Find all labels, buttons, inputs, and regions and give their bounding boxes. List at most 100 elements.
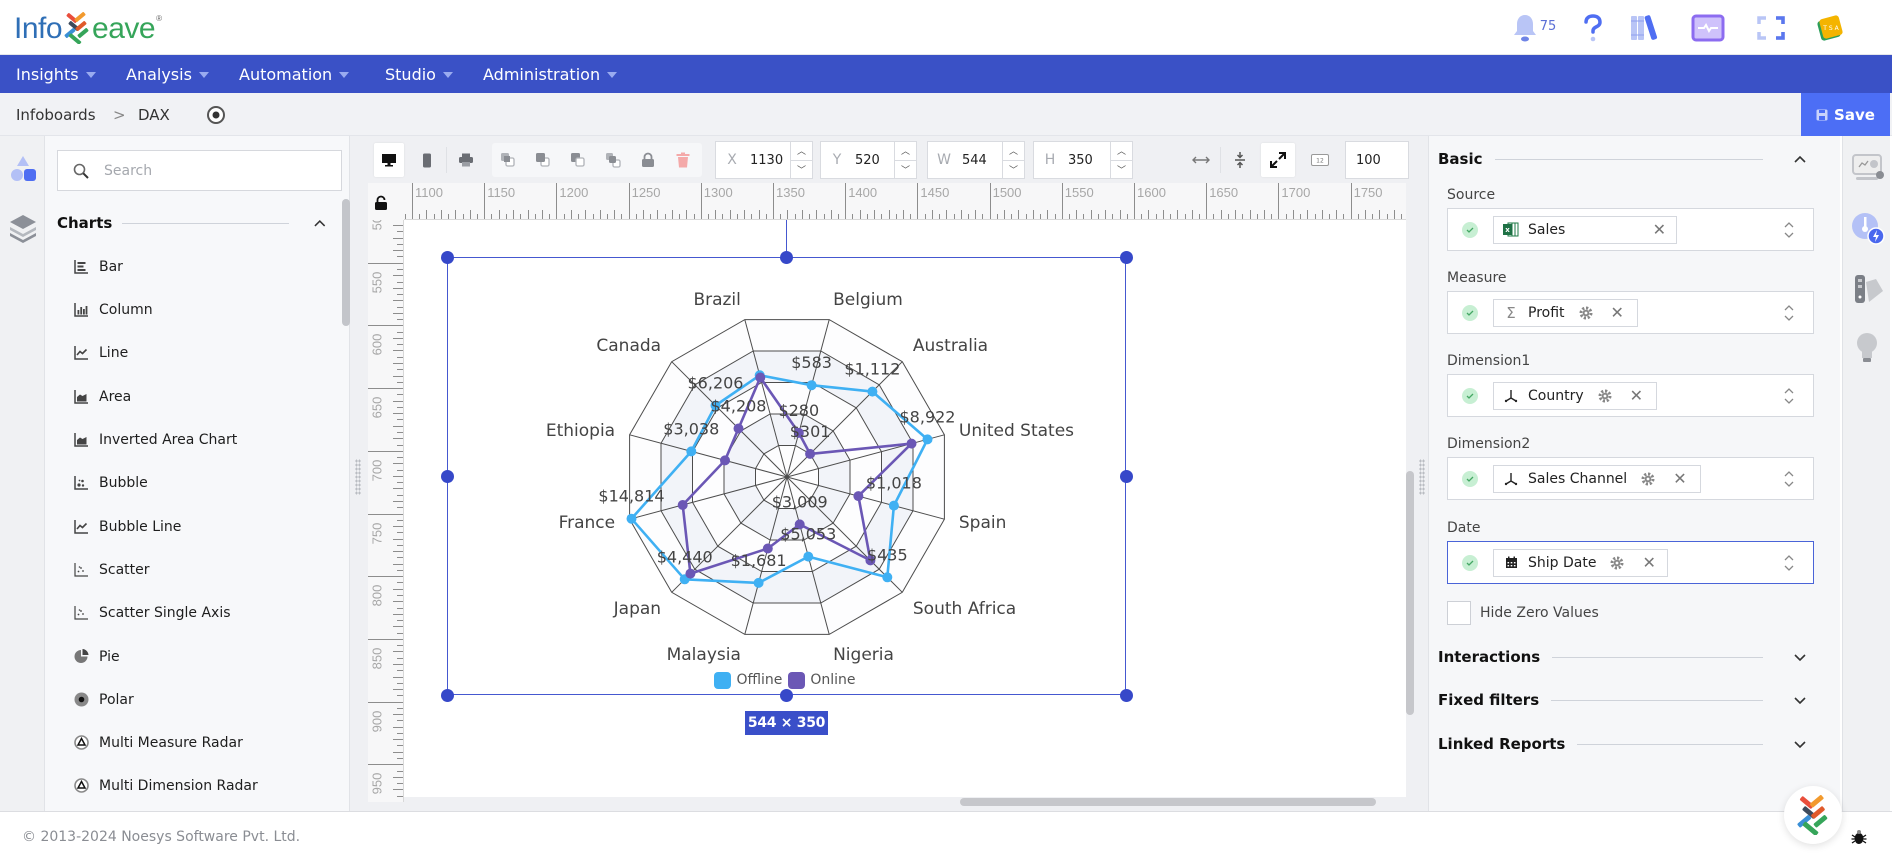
gear-icon[interactable] [1579, 306, 1593, 320]
data-point-online[interactable] [853, 491, 864, 502]
data-point-offline[interactable] [882, 572, 893, 583]
preview-button[interactable] [206, 93, 226, 136]
resize-handle-top-right[interactable] [1120, 251, 1133, 264]
actual-size-button[interactable]: 12 [1305, 143, 1335, 177]
h-stepper[interactable]: ︿ ﹀ [1110, 142, 1132, 178]
resize-handle-bottom-right[interactable] [1120, 689, 1133, 702]
sort-icon[interactable] [1783, 469, 1795, 489]
data-point-online[interactable] [755, 372, 766, 383]
data-point-offline[interactable] [806, 380, 817, 391]
infoweave-logo[interactable]: Info eave ® [14, 6, 162, 46]
nav-administration[interactable]: Administration [483, 55, 618, 93]
send-backward-button[interactable] [563, 143, 593, 177]
palette-item-multi-dimension-radar[interactable]: Multi Dimension Radar [57, 764, 327, 807]
bring-forward-button[interactable] [528, 143, 558, 177]
resize-handle-left[interactable] [441, 470, 454, 483]
gear-icon[interactable] [1641, 472, 1655, 486]
palette-item-polar[interactable]: Polar [57, 678, 327, 721]
send-to-back-button[interactable] [598, 143, 628, 177]
fixed-filters-section-header[interactable]: Fixed filters [1438, 688, 1823, 712]
legend-item-offline[interactable]: Offline [714, 671, 782, 689]
resize-handle-top[interactable] [780, 251, 793, 264]
bring-to-front-button[interactable] [493, 143, 523, 177]
w-stepper[interactable]: ︿ ﹀ [1002, 142, 1024, 178]
desktop-view-button[interactable] [374, 143, 404, 177]
sort-icon[interactable] [1783, 553, 1795, 573]
source-field[interactable]: x Sales ✕ [1447, 208, 1814, 251]
sort-icon[interactable] [1783, 386, 1795, 406]
gear-icon[interactable] [1598, 389, 1612, 403]
remove-icon[interactable]: ✕ [1653, 220, 1666, 239]
canvas-horizontal-scrollbar[interactable] [960, 798, 1376, 806]
palette-item-bubble[interactable]: Bubble [57, 461, 327, 504]
right-splitter-handle[interactable] [1419, 459, 1425, 495]
resize-handle-right[interactable] [1120, 470, 1133, 483]
nav-automation[interactable]: Automation [239, 55, 350, 93]
hide-zero-values-option[interactable]: Hide Zero Values [1447, 600, 1599, 625]
resize-handle-bottom-left[interactable] [441, 689, 454, 702]
theme-tab[interactable] [1851, 272, 1885, 306]
increment-icon[interactable]: ︿ [1003, 142, 1024, 161]
assistant-button[interactable] [1784, 786, 1842, 844]
dimension2-chip[interactable]: Sales Channel ✕ [1493, 464, 1701, 493]
notifications-button[interactable]: 75 [1504, 8, 1564, 48]
decrement-icon[interactable]: ﹀ [1003, 161, 1024, 179]
resize-handle-top-left[interactable] [441, 251, 454, 264]
fit-height-button[interactable] [1225, 143, 1255, 177]
dimension1-chip[interactable]: Country ✕ [1493, 381, 1657, 410]
basic-section-header[interactable]: Basic [1438, 147, 1823, 171]
data-point-offline[interactable] [803, 551, 814, 562]
palette-item-pie[interactable]: Pie [57, 635, 327, 678]
y-stepper[interactable]: ︿ ﹀ [894, 142, 916, 178]
decrement-icon[interactable]: ﹀ [895, 161, 916, 179]
remove-icon[interactable]: ✕ [1611, 303, 1624, 322]
y-value[interactable]: 520 [849, 153, 894, 168]
increment-icon[interactable]: ︿ [791, 142, 812, 161]
zoom-level-input[interactable]: 100 [1345, 141, 1409, 179]
measure-chip[interactable]: Σ Profit ✕ [1493, 298, 1638, 327]
canvas-vertical-scrollbar[interactable] [1406, 471, 1414, 715]
legend-item-online[interactable]: Online [788, 671, 856, 689]
data-point-offline[interactable] [888, 500, 899, 511]
save-button[interactable]: Save [1801, 93, 1890, 136]
data-point-offline[interactable] [753, 577, 764, 588]
system-monitor-button[interactable] [1690, 8, 1726, 48]
resize-handle-bottom[interactable] [780, 689, 793, 702]
x-value[interactable]: 1130 [744, 153, 790, 168]
palette-item-bubble-line[interactable]: Bubble Line [57, 505, 327, 548]
width-input[interactable]: W 544 ︿ ﹀ [927, 141, 1025, 179]
palette-item-scatter-single-axis[interactable]: Scatter Single Axis [57, 591, 327, 634]
layers-tab[interactable] [8, 213, 38, 243]
y-position-input[interactable]: Y 520 ︿ ﹀ [820, 141, 917, 179]
sort-icon[interactable] [1783, 220, 1795, 240]
performance-tab[interactable] [1851, 212, 1885, 246]
widget-settings-tab[interactable] [1851, 152, 1885, 184]
left-splitter-handle[interactable] [355, 459, 361, 495]
data-point-online[interactable] [805, 448, 816, 459]
dimension1-field[interactable]: Country ✕ [1447, 374, 1814, 417]
data-point-offline[interactable] [626, 513, 637, 524]
nav-insights[interactable]: Insights [16, 55, 96, 93]
nav-studio[interactable]: Studio [385, 55, 453, 93]
palette-search[interactable] [57, 150, 342, 191]
hide-zero-values-checkbox[interactable] [1447, 600, 1471, 625]
palette-item-bar[interactable]: Bar [57, 245, 327, 288]
help-button[interactable] [1578, 8, 1608, 48]
x-position-input[interactable]: X 1130 ︿ ﹀ [715, 141, 813, 179]
chevron-up-icon[interactable] [313, 218, 327, 228]
breadcrumb-infoboards[interactable]: Infoboards [16, 93, 96, 136]
fullscreen-button[interactable] [1755, 8, 1787, 48]
date-field[interactable]: Ship Date ✕ [1447, 541, 1814, 584]
fit-screen-button[interactable] [1261, 143, 1295, 177]
increment-icon[interactable]: ︿ [1111, 142, 1132, 161]
data-point-offline[interactable] [686, 446, 697, 457]
zoom-value[interactable]: 100 [1346, 153, 1408, 168]
interactions-section-header[interactable]: Interactions [1438, 645, 1823, 669]
dimension2-field[interactable]: Sales Channel ✕ [1447, 457, 1814, 500]
increment-icon[interactable]: ︿ [895, 142, 916, 161]
nav-analysis[interactable]: Analysis [126, 55, 209, 93]
data-point-online[interactable] [906, 438, 917, 449]
data-point-online[interactable] [733, 423, 744, 434]
palette-item-multi-measure-radar[interactable]: Multi Measure Radar [57, 721, 327, 764]
data-point-online[interactable] [677, 500, 688, 510]
